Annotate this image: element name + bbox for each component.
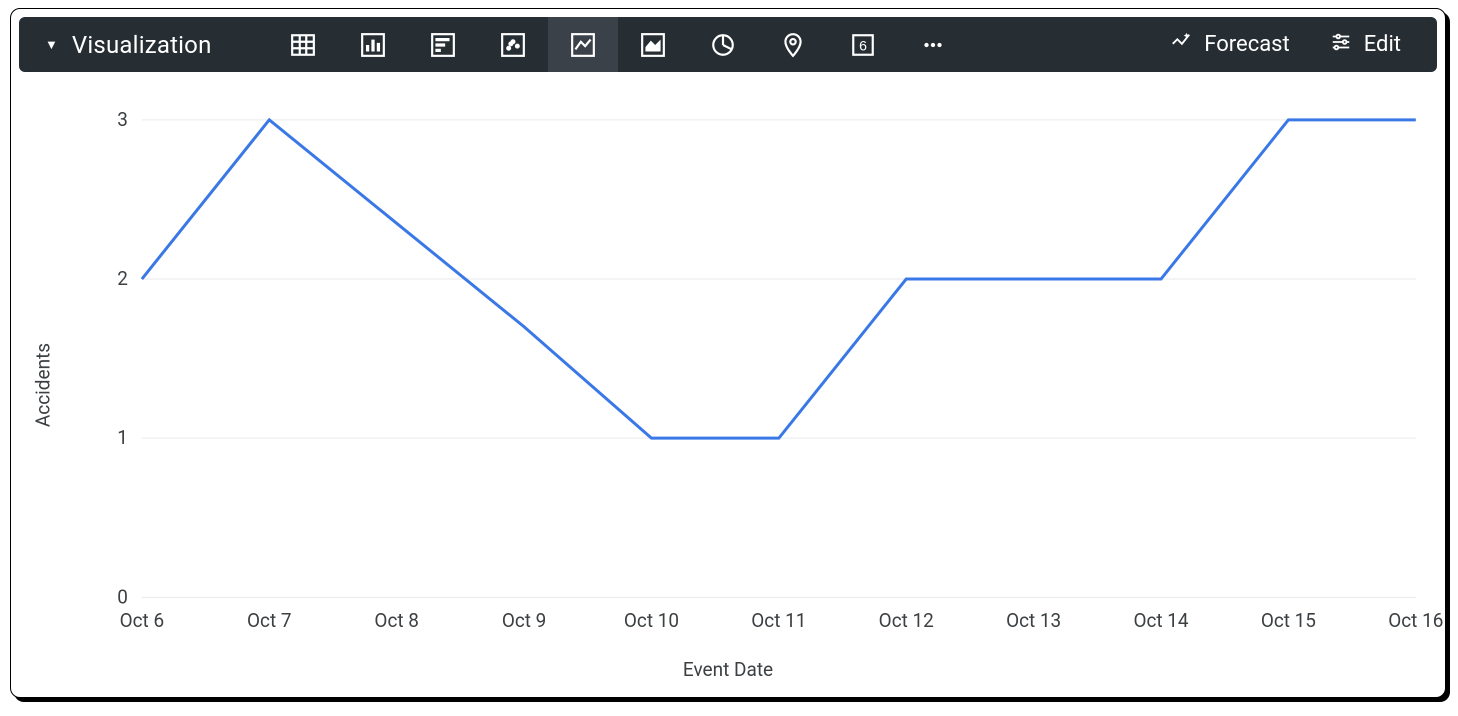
y-tick: 0 (117, 585, 128, 608)
x-tick: Oct 9 (502, 609, 546, 632)
visualization-dropdown[interactable]: ▼ Visualization (19, 31, 228, 59)
y-tick: 2 (117, 267, 128, 290)
x-tick: Oct 11 (751, 609, 806, 632)
map-pin-icon[interactable] (758, 17, 828, 72)
x-tick: Oct 6 (120, 609, 164, 632)
sliders-icon (1330, 31, 1352, 59)
x-tick: Oct 16 (1388, 609, 1443, 632)
y-tick: 3 (117, 108, 128, 131)
forecast-label: Forecast (1204, 32, 1289, 57)
forecast-button[interactable]: Forecast (1170, 31, 1289, 59)
scatter-chart-icon[interactable] (478, 17, 548, 72)
sparkle-icon (1170, 31, 1192, 59)
x-tick: Oct 7 (247, 609, 291, 632)
x-tick: Oct 15 (1261, 609, 1316, 632)
column-chart-icon[interactable] (338, 17, 408, 72)
x-tick: Oct 12 (879, 609, 934, 632)
visualization-toolbar: ▼ Visualization (19, 17, 1437, 72)
toolbar-actions: Forecast Edit (1170, 31, 1437, 59)
y-tick: 1 (117, 426, 128, 449)
pie-chart-icon[interactable] (688, 17, 758, 72)
visualization-panel: ▼ Visualization (10, 8, 1446, 698)
caret-down-icon: ▼ (45, 37, 58, 53)
edit-label: Edit (1364, 32, 1401, 57)
table-icon[interactable] (268, 17, 338, 72)
line-chart: 0 1 2 3 Oct 6 Oct 7 Oct 8 Oct 9 Oct 10 Oct 11 Oct … (11, 72, 1445, 697)
chart-area: Accidents Event Date 0123Oct 6Oct 7Oct 8… (11, 72, 1445, 697)
chart-type-icons: 6 (268, 17, 968, 72)
more-icon[interactable] (898, 17, 968, 72)
x-tick: Oct 10 (624, 609, 679, 632)
area-chart-icon[interactable] (618, 17, 688, 72)
x-tick: Oct 13 (1006, 609, 1061, 632)
x-tick: Oct 14 (1133, 609, 1188, 632)
toolbar-title: Visualization (72, 31, 212, 59)
edit-button[interactable]: Edit (1330, 31, 1401, 59)
x-tick: Oct 8 (374, 609, 418, 632)
bar-chart-icon[interactable] (408, 17, 478, 72)
line-chart-icon[interactable] (548, 17, 618, 72)
single-value-icon[interactable]: 6 (828, 17, 898, 72)
svg-text:6: 6 (859, 37, 867, 53)
